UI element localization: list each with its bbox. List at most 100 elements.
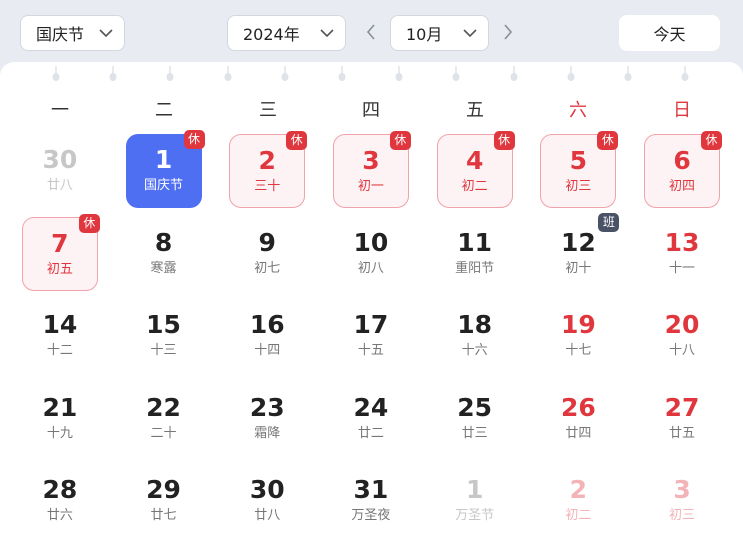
day-number: 25 (457, 392, 493, 422)
day-number: 2 (569, 475, 588, 504)
day-cell[interactable]: 24 廿二 (333, 382, 409, 456)
day-cell[interactable]: 1 万圣节 (437, 464, 513, 538)
day-cell[interactable]: 18 十六 (437, 299, 513, 373)
binder-ring-icon (567, 66, 575, 82)
day-lunar-label: 初十 (565, 260, 592, 276)
day-cell[interactable]: 26 廿四 (540, 382, 616, 456)
day-lunar-label: 寒露 (150, 260, 177, 276)
day-cell[interactable]: 10 初八 (333, 217, 409, 291)
day-cell[interactable]: 13 十一 (644, 217, 720, 291)
day-number: 17 (353, 310, 389, 339)
day-cell[interactable]: 2 三十 休 (229, 131, 308, 208)
weekday-label: 五 (466, 100, 484, 121)
rest-day-badge: 休 (183, 130, 205, 149)
day-number: 24 (353, 392, 389, 422)
day-cell[interactable]: 31 万圣夜 (333, 464, 409, 538)
year-select[interactable]: 2024年 (227, 15, 346, 51)
day-number: 16 (249, 310, 285, 339)
day-cell[interactable]: 17 十五 (333, 299, 409, 373)
day-cell[interactable]: 28 廿六 (22, 464, 98, 538)
binder-ring-icon (681, 66, 689, 82)
day-cell[interactable]: 1 国庆节 休 (125, 130, 205, 208)
day-lunar-label: 重阳节 (455, 260, 495, 276)
day-cell[interactable]: 3 初三 (644, 464, 720, 538)
day-number: 30 (249, 475, 285, 504)
today-button[interactable]: 今天 (619, 15, 720, 51)
weekday-header: 一 二 三 四 五 六 日 (8, 96, 734, 126)
day-cell[interactable]: 23 霜降 (229, 382, 305, 456)
holiday-select-value: 国庆节 (36, 25, 85, 44)
day-cell[interactable]: 21 十九 (22, 382, 98, 456)
day-cell[interactable]: 6 初四 休 (644, 131, 723, 208)
day-cell[interactable]: 5 初三 休 (540, 131, 619, 208)
month-select[interactable]: 10月 (390, 15, 489, 51)
workday-badge: 班 (598, 212, 620, 232)
day-cell[interactable]: 8 寒露 (126, 217, 202, 291)
day-lunar-label: 十二 (46, 343, 73, 358)
rest-day-badge: 休 (701, 131, 723, 150)
day-cell[interactable]: 14 十二 (22, 299, 98, 373)
day-number: 3 (673, 475, 691, 504)
chevron-down-icon (99, 27, 113, 39)
day-cell[interactable]: 9 初七 (229, 217, 305, 291)
prev-month-button[interactable] (364, 22, 378, 42)
day-number: 23 (249, 392, 285, 422)
day-cell[interactable]: 25 廿三 (437, 382, 513, 456)
weekday-label: 二 (155, 100, 173, 121)
day-cell[interactable]: 4 初二 休 (436, 131, 515, 208)
day-cell[interactable]: 20 十八 (644, 299, 720, 373)
day-number: 22 (146, 392, 181, 422)
day-cell[interactable]: 2 初二 (540, 464, 616, 538)
day-cell[interactable]: 30 廿八 (22, 134, 98, 208)
day-lunar-label: 十九 (46, 425, 73, 441)
day-cell[interactable]: 19 十七 (540, 299, 616, 373)
weekday-label: 一 (51, 100, 69, 121)
binder-ring-icon (166, 66, 174, 82)
day-cell[interactable]: 12 初十 班 (540, 212, 620, 291)
day-cell[interactable]: 11 重阳节 (437, 217, 513, 291)
day-number: 3 (362, 146, 380, 175)
day-lunar-label: 廿六 (46, 508, 73, 523)
day-number: 18 (457, 310, 493, 339)
day-lunar-label: 廿八 (46, 178, 73, 193)
day-lunar-label: 十七 (565, 343, 592, 358)
day-cell[interactable]: 16 十四 (229, 299, 305, 373)
day-lunar-label: 十八 (669, 343, 696, 358)
binder-ring-icon (109, 66, 117, 82)
day-number: 20 (664, 310, 700, 339)
binder-ring-icon (281, 66, 289, 82)
day-lunar-label: 初三 (565, 179, 592, 194)
calendar-card: 一 二 三 四 五 六 日 30 廿八 1 国庆节休 2 三十休 3 初一休 4 初二休 5 初三休 6… (0, 62, 743, 547)
binder-ring-icon (338, 66, 346, 82)
month-select-value: 10月 (406, 25, 443, 44)
next-month-button[interactable] (501, 22, 515, 42)
day-lunar-label: 廿五 (669, 425, 696, 441)
day-lunar-label: 廿三 (461, 425, 488, 441)
day-number: 26 (560, 392, 596, 422)
holiday-select[interactable]: 国庆节 (20, 15, 125, 51)
binder-ring-icon (395, 66, 403, 82)
day-cell[interactable]: 29 廿七 (126, 464, 202, 538)
day-cell[interactable]: 22 二十 (126, 382, 202, 456)
day-number: 1 (465, 475, 484, 504)
day-lunar-label: 二十 (150, 425, 177, 441)
day-number: 21 (42, 392, 78, 422)
rest-day-badge: 休 (597, 131, 619, 150)
day-lunar-label: 廿八 (254, 508, 281, 523)
day-number: 30 (42, 145, 78, 174)
day-lunar-label: 十三 (150, 343, 177, 358)
day-lunar-label: 廿二 (357, 425, 384, 441)
calendar-toolbar: 国庆节 2024年 10月 今天 (0, 0, 743, 62)
day-number: 9 (258, 227, 276, 257)
day-number: 11 (457, 227, 493, 257)
day-lunar-label: 三十 (254, 179, 281, 194)
day-cell[interactable]: 3 初一 休 (332, 131, 411, 208)
day-number: 29 (146, 475, 181, 504)
day-cell[interactable]: 15 十三 (126, 299, 202, 373)
binder-ring-icon (510, 66, 518, 82)
day-cell[interactable]: 7 初五 休 (21, 213, 100, 291)
day-number: 19 (560, 310, 596, 339)
day-cell[interactable]: 27 廿五 (644, 382, 720, 456)
weekday-label: 四 (362, 100, 380, 121)
day-cell[interactable]: 30 廿八 (229, 464, 305, 538)
